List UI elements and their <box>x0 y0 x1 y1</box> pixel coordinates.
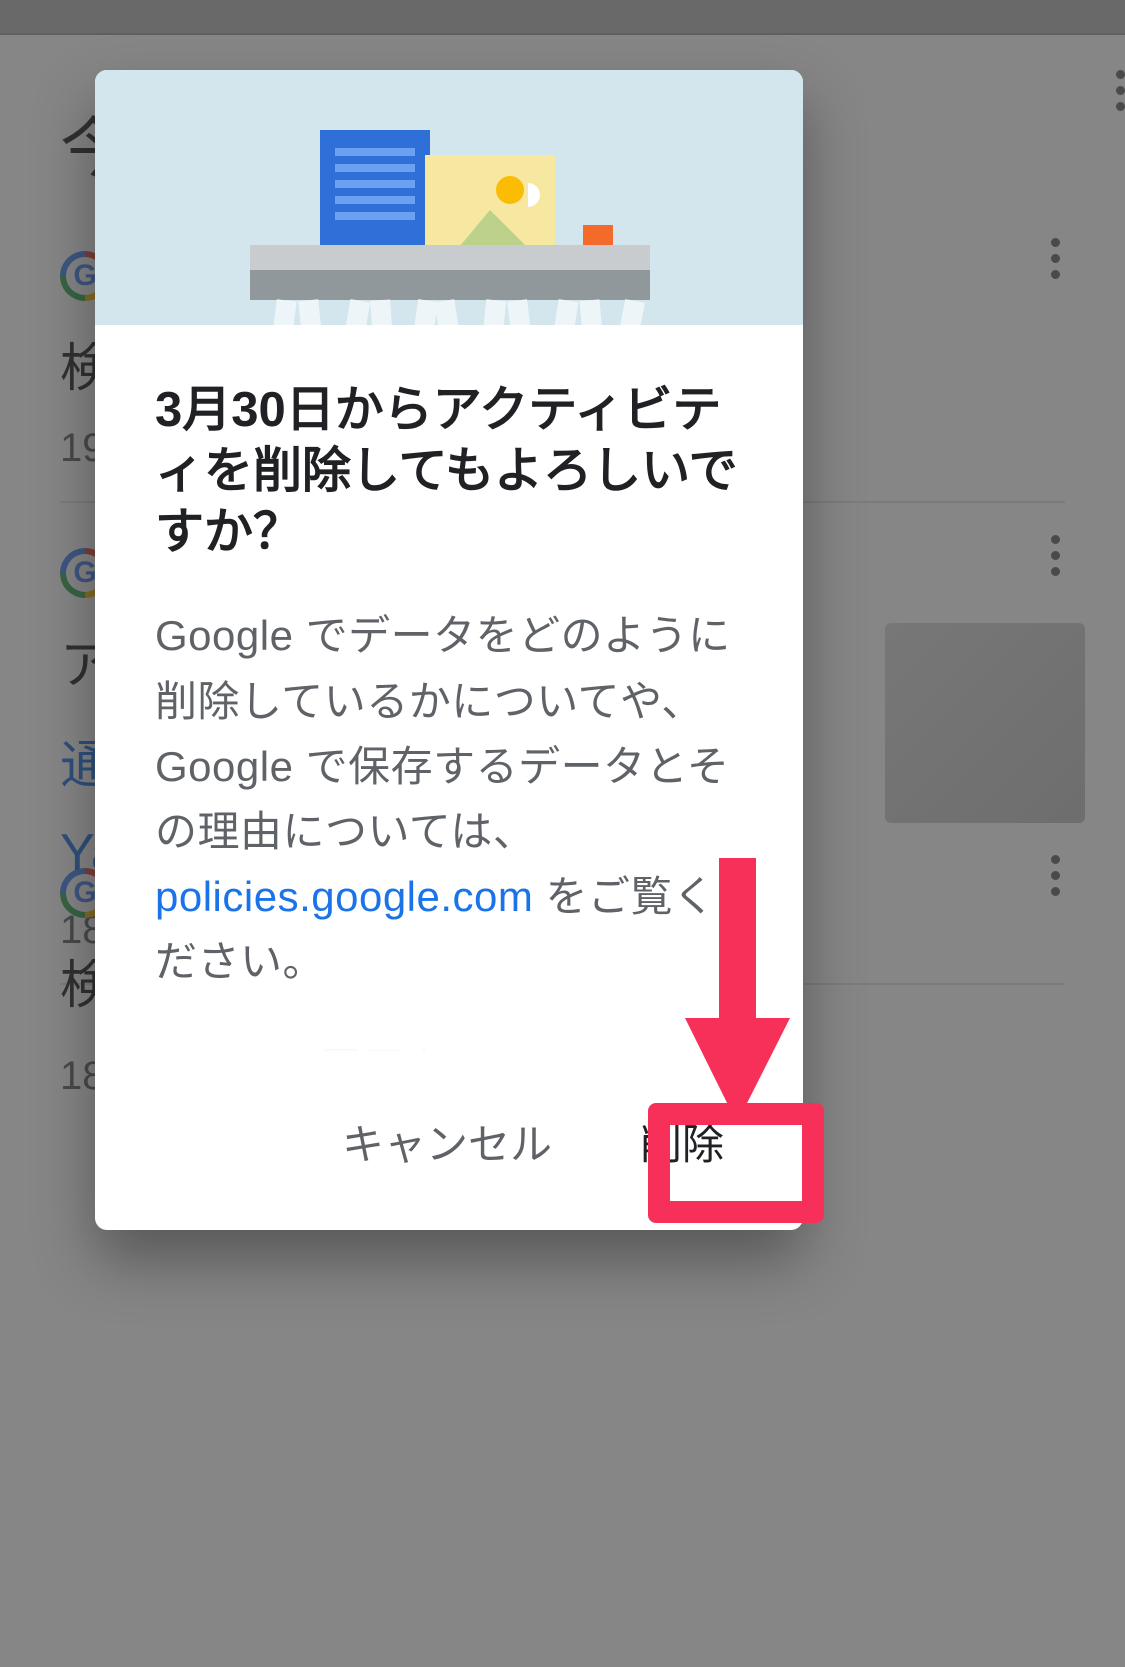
dialog-hero-illustration <box>95 70 803 325</box>
delete-activity-dialog: 3月30日からアクティビティを削除してもよろしいですか？ Google でデータ… <box>95 70 803 1230</box>
dialog-content: 3月30日からアクティビティを削除してもよろしいですか？ Google でデータ… <box>95 325 803 1073</box>
cancel-button[interactable]: キャンセル <box>328 1093 566 1190</box>
dialog-paragraph-1: Google でデータをどのように削除しているかについてや、Google で保存… <box>155 603 743 994</box>
shredder-illustration-icon <box>95 70 803 325</box>
delete-button[interactable]: 削除 <box>626 1093 738 1190</box>
dialog-actions: キャンセル 削除 <box>95 1073 803 1230</box>
dialog-paragraph-2: Chrome 履歴やロケーション履歴などのような他の Google サービスから… <box>155 1036 743 1073</box>
dialog-text-before-link: Google でデータをどのように削除しているかについてや、Google で保存… <box>155 612 731 854</box>
policies-link[interactable]: policies.google.com <box>155 873 533 920</box>
dialog-title: 3月30日からアクティビティを削除してもよろしいですか？ <box>155 380 743 564</box>
